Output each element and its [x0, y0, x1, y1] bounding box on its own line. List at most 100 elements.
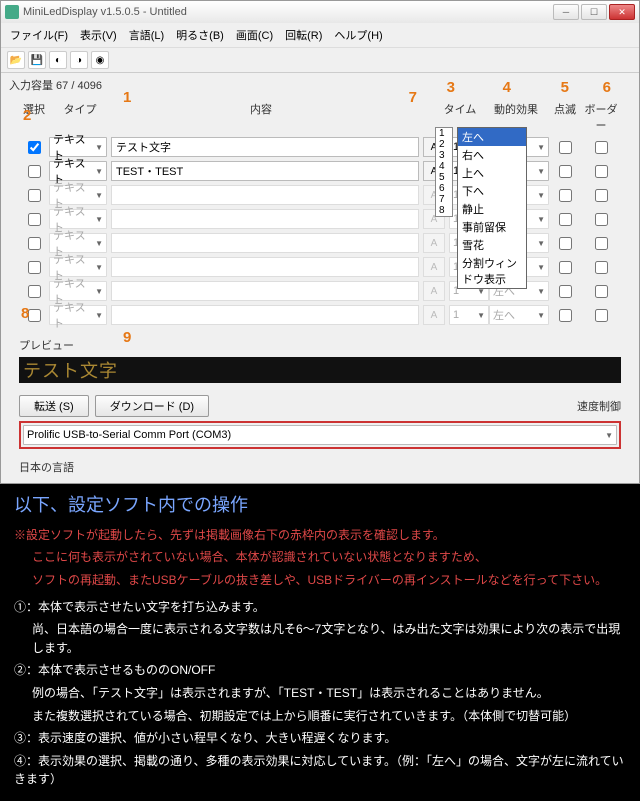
- border-checkbox[interactable]: [595, 141, 608, 154]
- send-button[interactable]: 転送 (S): [19, 395, 89, 417]
- flash-checkbox[interactable]: [559, 213, 572, 226]
- time-dropdown-list[interactable]: 12345678: [435, 127, 453, 217]
- border-checkbox[interactable]: [595, 285, 608, 298]
- annot-8: 8: [21, 305, 29, 322]
- hdr-flash: 点滅: [549, 101, 581, 133]
- effect-option[interactable]: 下へ: [458, 182, 526, 200]
- border-checkbox[interactable]: [595, 237, 608, 250]
- window-title: MiniLedDisplay v1.5.0.5 - Untitled: [23, 6, 553, 18]
- menu-help[interactable]: ヘルプ(H): [329, 25, 387, 45]
- table-row: テキスト▼テスト文字A1▼左へ▼: [19, 135, 621, 159]
- type-select[interactable]: テキスト▼: [49, 281, 107, 301]
- border-checkbox[interactable]: [595, 213, 608, 226]
- effect-option[interactable]: 左へ: [458, 128, 526, 146]
- flash-checkbox[interactable]: [559, 309, 572, 322]
- content-input[interactable]: [111, 257, 419, 277]
- table-row: テキスト▼A1▼左へ▼: [19, 183, 621, 207]
- effect-option[interactable]: 上へ: [458, 164, 526, 182]
- border-checkbox[interactable]: [595, 309, 608, 322]
- border-checkbox[interactable]: [595, 165, 608, 178]
- app-window: MiniLedDisplay v1.5.0.5 - Untitled ─ ☐ ✕…: [0, 0, 640, 484]
- border-checkbox[interactable]: [595, 261, 608, 274]
- flash-checkbox[interactable]: [559, 237, 572, 250]
- menu-lang[interactable]: 言語(L): [124, 25, 169, 45]
- effect-dropdown-list[interactable]: 左へ 右へ 上へ 下へ 静止 事前留保 雪花 分割ウィンドウ表示: [457, 127, 527, 289]
- flash-checkbox[interactable]: [559, 165, 572, 178]
- a-button[interactable]: A: [423, 257, 445, 277]
- type-select[interactable]: テキスト▼: [49, 209, 107, 229]
- menu-screen[interactable]: 画面(C): [231, 25, 278, 45]
- effect-option[interactable]: 分割ウィンドウ表示: [458, 254, 526, 288]
- row-select-checkbox[interactable]: [28, 165, 41, 178]
- table-row: テキスト▼TEST・TESTA1▼左へ▼: [19, 159, 621, 183]
- tool-icon[interactable]: ◑: [70, 51, 88, 69]
- effect-option[interactable]: 事前留保: [458, 218, 526, 236]
- table-row: テキスト▼A1▼左へ▼: [19, 255, 621, 279]
- close-button[interactable]: ✕: [609, 4, 635, 20]
- content-input[interactable]: [111, 233, 419, 253]
- menu-file[interactable]: ファイル(F): [5, 25, 73, 45]
- port-select[interactable]: Prolific USB-to-Serial Comm Port (COM3)▼: [23, 425, 617, 445]
- annot-5: 5: [561, 79, 569, 96]
- content-input[interactable]: テスト文字: [111, 137, 419, 157]
- border-checkbox[interactable]: [595, 189, 608, 202]
- menu-bright[interactable]: 明るさ(B): [171, 25, 229, 45]
- row-select-checkbox[interactable]: [28, 213, 41, 226]
- speed-label: 速度制御: [577, 398, 621, 414]
- table-row: テキスト▼A1▼左へ▼: [19, 207, 621, 231]
- flash-checkbox[interactable]: [559, 285, 572, 298]
- menu-rotate[interactable]: 回転(R): [280, 25, 327, 45]
- save-icon[interactable]: 💾: [28, 51, 46, 69]
- preview-panel: テスト文字: [19, 357, 621, 383]
- table-row: テキスト▼A1▼左へ▼: [19, 279, 621, 303]
- hdr-type: タイプ: [49, 101, 111, 133]
- minimize-button[interactable]: ─: [553, 4, 579, 20]
- type-select[interactable]: テキスト▼: [49, 137, 107, 157]
- tool-icon[interactable]: ◉: [91, 51, 109, 69]
- row-select-checkbox[interactable]: [28, 285, 41, 298]
- annot-7: 7: [409, 89, 417, 106]
- titlebar: MiniLedDisplay v1.5.0.5 - Untitled ─ ☐ ✕: [1, 1, 639, 23]
- content-input[interactable]: [111, 281, 419, 301]
- menubar: ファイル(F) 表示(V) 言語(L) 明るさ(B) 画面(C) 回転(R) ヘ…: [1, 23, 639, 47]
- download-button[interactable]: ダウンロード (D): [95, 395, 209, 417]
- table-row: テキスト▼ A1▼左へ▼: [19, 303, 621, 327]
- flash-checkbox[interactable]: [559, 189, 572, 202]
- effect-option[interactable]: 右へ: [458, 146, 526, 164]
- tool-icon[interactable]: ◐: [49, 51, 67, 69]
- effect-select[interactable]: 左へ▼: [489, 305, 549, 325]
- grid-header: 選択 タイプ 内容 タイム 動的効果 点滅 ボーダー: [19, 101, 621, 135]
- type-select[interactable]: テキスト▼: [49, 305, 107, 325]
- a-button[interactable]: A: [423, 281, 445, 301]
- type-select[interactable]: テキスト▼: [49, 185, 107, 205]
- annot-6: 6: [603, 79, 611, 96]
- row-select-checkbox[interactable]: [28, 237, 41, 250]
- preview-label: プレビュー: [1, 335, 639, 355]
- a-button[interactable]: A: [423, 305, 445, 325]
- content-input[interactable]: [111, 305, 419, 325]
- annot-3: 3: [447, 79, 455, 96]
- flash-checkbox[interactable]: [559, 261, 572, 274]
- row-select-checkbox[interactable]: [28, 261, 41, 274]
- row-select-checkbox[interactable]: [28, 309, 41, 322]
- content-input[interactable]: [111, 185, 419, 205]
- flash-checkbox[interactable]: [559, 141, 572, 154]
- a-button[interactable]: A: [423, 233, 445, 253]
- type-select[interactable]: テキスト▼: [49, 257, 107, 277]
- content-input[interactable]: TEST・TEST: [111, 161, 419, 181]
- open-icon[interactable]: 📂: [7, 51, 25, 69]
- content-input[interactable]: [111, 209, 419, 229]
- row-select-checkbox[interactable]: [28, 189, 41, 202]
- time-select[interactable]: 1▼: [449, 305, 489, 325]
- capacity-label: 入力容量 67 / 4096: [1, 73, 639, 97]
- type-select[interactable]: テキスト▼: [49, 161, 107, 181]
- annot-4: 4: [503, 79, 511, 96]
- row-select-checkbox[interactable]: [28, 141, 41, 154]
- effect-option[interactable]: 雪花: [458, 236, 526, 254]
- port-panel: Prolific USB-to-Serial Comm Port (COM3)▼: [19, 421, 621, 449]
- menu-view[interactable]: 表示(V): [75, 25, 122, 45]
- maximize-button[interactable]: ☐: [581, 4, 607, 20]
- type-select[interactable]: テキスト▼: [49, 233, 107, 253]
- effect-option[interactable]: 静止: [458, 200, 526, 218]
- annot-9: 9: [123, 329, 131, 346]
